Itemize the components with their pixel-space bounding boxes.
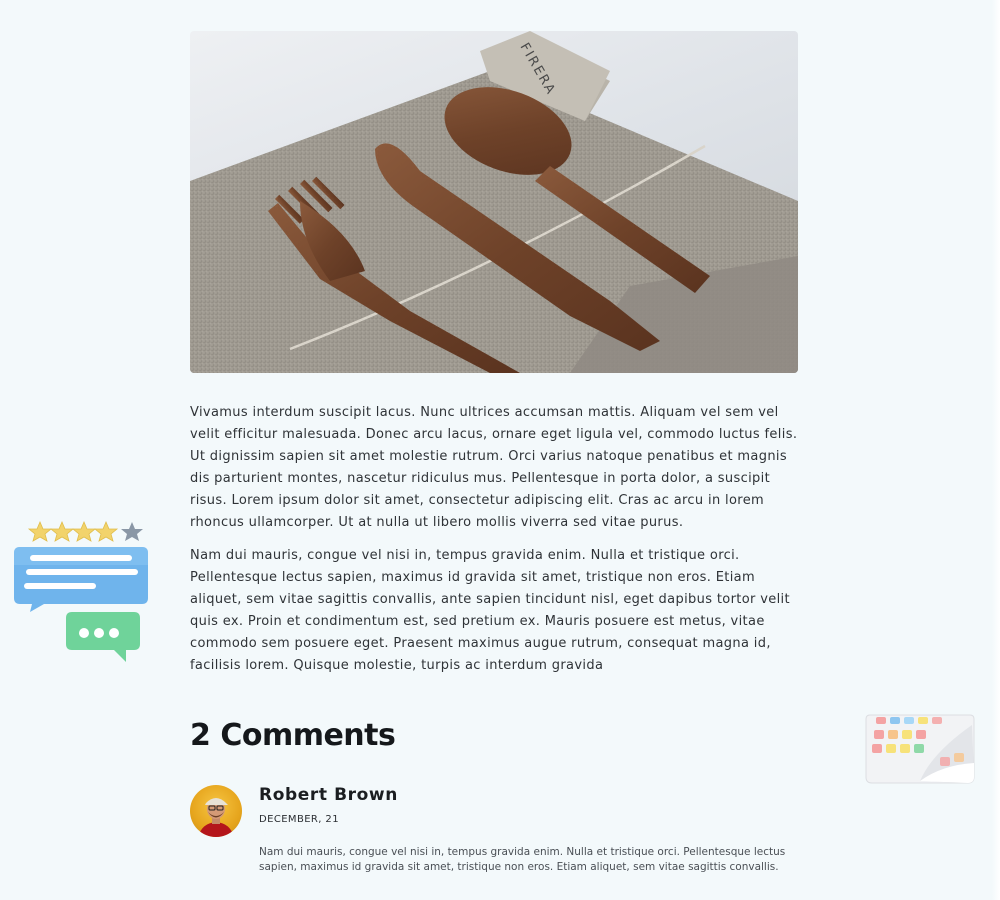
article-paragraph-1: Vivamus interdum suscipit lacus. Nunc ul… bbox=[190, 405, 798, 530]
star-icon bbox=[71, 520, 97, 542]
star-icon bbox=[121, 522, 143, 541]
avatar bbox=[190, 785, 242, 837]
blog-post-page: FIRERA Vivamus interdum suscipit lacus. … bbox=[0, 0, 1000, 900]
star-icon bbox=[27, 520, 53, 542]
calendar-icon bbox=[862, 713, 976, 785]
comments-title: 2 Comments bbox=[190, 718, 396, 753]
star-icon bbox=[49, 520, 75, 542]
comment-author[interactable]: Robert Brown bbox=[259, 785, 398, 805]
page-edge bbox=[992, 0, 1000, 900]
article-body: Vivamus interdum suscipit lacus. Nunc ul… bbox=[190, 402, 800, 688]
comment-date: DECEMBER, 21 bbox=[259, 814, 339, 825]
rating-stars bbox=[27, 520, 143, 542]
review-chat-bubbles-icon bbox=[14, 520, 154, 670]
comment-body: Nam dui mauris, congue vel nisi in, temp… bbox=[259, 846, 786, 873]
article-paragraph-2: Nam dui mauris, congue vel nisi in, temp… bbox=[190, 548, 790, 673]
star-icon bbox=[93, 520, 119, 542]
hero-image: FIRERA bbox=[190, 31, 798, 373]
